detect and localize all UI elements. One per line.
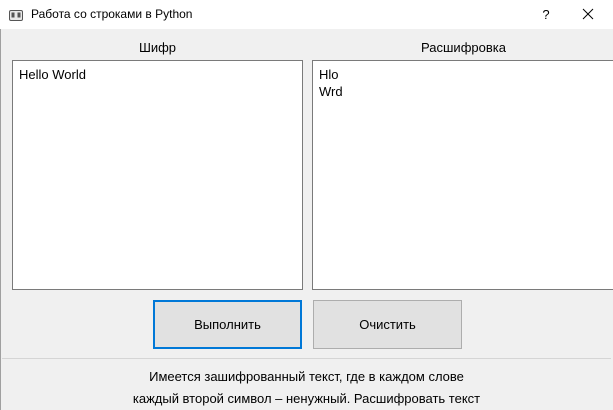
decrypt-label: Расшифровка (421, 40, 506, 55)
cipher-label: Шифр (138, 40, 177, 55)
title-bar: Работа со строками в Python ? (0, 0, 613, 29)
description-line-2: каждый второй символ – ненужный. Расшифр… (132, 391, 481, 406)
help-button[interactable]: ? (532, 0, 560, 29)
clear-button[interactable]: Очистить (313, 300, 462, 349)
divider (2, 358, 611, 359)
cipher-textarea[interactable]: Hello World (12, 60, 303, 290)
window-title: Работа со строками в Python (31, 7, 193, 21)
app-window-icon (9, 8, 23, 21)
run-button[interactable]: Выполнить (153, 300, 302, 349)
task-description: Имеется зашифрованный текст, где в каждо… (0, 366, 613, 410)
window-left-edge (0, 29, 1, 410)
description-line-1: Имеется зашифрованный текст, где в каждо… (149, 369, 464, 384)
close-icon (582, 8, 594, 20)
decrypt-textarea[interactable]: Hlo Wrd (312, 60, 613, 290)
close-button[interactable] (568, 0, 608, 29)
